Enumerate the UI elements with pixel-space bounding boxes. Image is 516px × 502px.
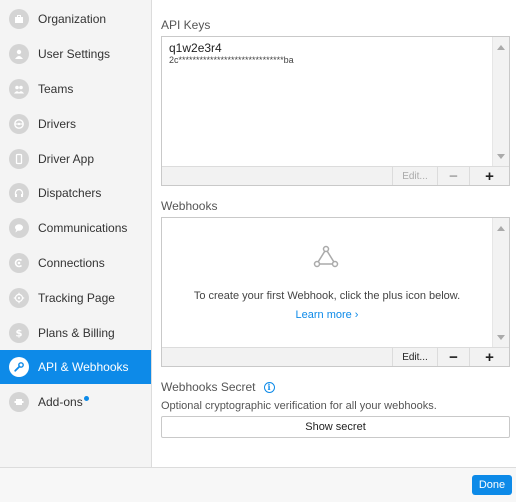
webhooks-secret-label: Webhooks Secret bbox=[161, 380, 256, 394]
api-keys-content: q1w2e3r4 2c*****************************… bbox=[162, 37, 492, 167]
webhooks-empty-message: To create your first Webhook, click the … bbox=[193, 290, 461, 302]
svg-text:$: $ bbox=[16, 329, 23, 340]
sidebar-item-label: Teams bbox=[38, 82, 74, 96]
info-icon[interactable]: i bbox=[263, 381, 275, 393]
sidebar-item-label: Add-ons bbox=[38, 395, 89, 409]
sidebar-item-label: Connections bbox=[38, 256, 105, 270]
api-key-remove-button[interactable]: − bbox=[437, 167, 469, 185]
api-keys-scrollbar[interactable] bbox=[492, 37, 509, 167]
show-secret-button[interactable]: Show secret bbox=[161, 416, 510, 438]
sidebar-item-api-webhooks[interactable]: API & Webhooks bbox=[0, 350, 151, 384]
api-keys-title: API Keys bbox=[161, 18, 211, 32]
sidebar-item-plans-billing[interactable]: $ Plans & Billing bbox=[0, 316, 151, 350]
api-keys-toolbar: Edit... − + bbox=[162, 166, 509, 185]
api-keys-list[interactable]: q1w2e3r4 2c*****************************… bbox=[161, 36, 510, 186]
sidebar-item-drivers[interactable]: Drivers bbox=[0, 107, 151, 141]
steering-wheel-icon bbox=[9, 114, 29, 134]
headset-icon bbox=[9, 183, 29, 203]
dollar-icon: $ bbox=[9, 323, 29, 343]
minus-icon: − bbox=[449, 348, 458, 366]
done-button[interactable]: Done bbox=[472, 475, 512, 495]
webhook-add-button[interactable]: + bbox=[469, 348, 509, 366]
webhooks-secret-description: Optional cryptographic verification for … bbox=[161, 400, 437, 412]
learn-more-link[interactable]: Learn more › bbox=[162, 309, 492, 321]
sidebar-item-dispatchers[interactable]: Dispatchers bbox=[0, 176, 151, 210]
plus-icon: + bbox=[485, 348, 494, 366]
sidebar-item-label: Tracking Page bbox=[38, 291, 115, 305]
sidebar-item-label: API & Webhooks bbox=[38, 360, 129, 374]
user-icon bbox=[9, 44, 29, 64]
sidebar-item-label-text: Add-ons bbox=[38, 395, 83, 409]
chat-bubble-icon bbox=[9, 218, 29, 238]
crosshair-icon bbox=[9, 288, 29, 308]
minus-icon: − bbox=[449, 167, 458, 185]
sidebar-item-communications[interactable]: Communications bbox=[0, 211, 151, 245]
dialog-footer bbox=[0, 467, 516, 502]
sidebar-item-organization[interactable]: Organization bbox=[0, 2, 151, 36]
sidebar-item-label: Communications bbox=[38, 221, 128, 235]
connection-icon bbox=[9, 253, 29, 273]
sidebar-item-label: Dispatchers bbox=[38, 186, 102, 200]
webhook-icon bbox=[313, 245, 339, 268]
scroll-down-icon[interactable] bbox=[497, 335, 505, 340]
sidebar-item-user-settings[interactable]: User Settings bbox=[0, 37, 151, 71]
sidebar-item-tracking-page[interactable]: Tracking Page bbox=[0, 281, 151, 315]
sidebar-item-add-ons[interactable]: Add-ons bbox=[0, 385, 151, 419]
api-key-edit-button[interactable]: Edit... bbox=[392, 167, 437, 185]
api-key-name[interactable]: q1w2e3r4 bbox=[169, 41, 222, 55]
webhooks-scrollbar[interactable] bbox=[492, 218, 509, 348]
sidebar-item-label: Organization bbox=[38, 12, 107, 26]
sidebar-item-teams[interactable]: Teams bbox=[0, 72, 151, 106]
webhooks-secret-title: Webhooks Secret i bbox=[161, 380, 275, 394]
sidebar-item-label: Plans & Billing bbox=[38, 326, 115, 340]
wrench-icon bbox=[9, 357, 29, 377]
briefcase-icon bbox=[9, 9, 29, 29]
webhooks-title: Webhooks bbox=[161, 199, 218, 213]
webhooks-content: To create your first Webhook, click the … bbox=[162, 218, 492, 348]
webhooks-list[interactable]: To create your first Webhook, click the … bbox=[161, 217, 510, 367]
sidebar-item-label: Driver App bbox=[38, 152, 95, 166]
notification-dot bbox=[83, 396, 89, 401]
settings-sidebar: Organization User Settings Teams Drivers… bbox=[0, 0, 152, 468]
webhook-remove-button[interactable]: − bbox=[437, 348, 469, 366]
plugin-icon bbox=[9, 392, 29, 412]
api-key-masked: 2c******************************ba bbox=[169, 55, 294, 65]
sidebar-item-connections[interactable]: Connections bbox=[0, 246, 151, 280]
scroll-up-icon[interactable] bbox=[497, 226, 505, 231]
sidebar-item-label: User Settings bbox=[38, 47, 111, 61]
phone-icon bbox=[9, 149, 29, 169]
scroll-down-icon[interactable] bbox=[497, 154, 505, 159]
webhook-edit-button[interactable]: Edit... bbox=[392, 348, 437, 366]
scroll-up-icon[interactable] bbox=[497, 45, 505, 50]
sidebar-item-label: Drivers bbox=[38, 117, 76, 131]
team-icon bbox=[9, 79, 29, 99]
sidebar-item-driver-app[interactable]: Driver App bbox=[0, 142, 151, 176]
webhooks-toolbar: Edit... − + bbox=[162, 347, 509, 366]
plus-icon: + bbox=[485, 167, 494, 185]
api-key-add-button[interactable]: + bbox=[469, 167, 509, 185]
